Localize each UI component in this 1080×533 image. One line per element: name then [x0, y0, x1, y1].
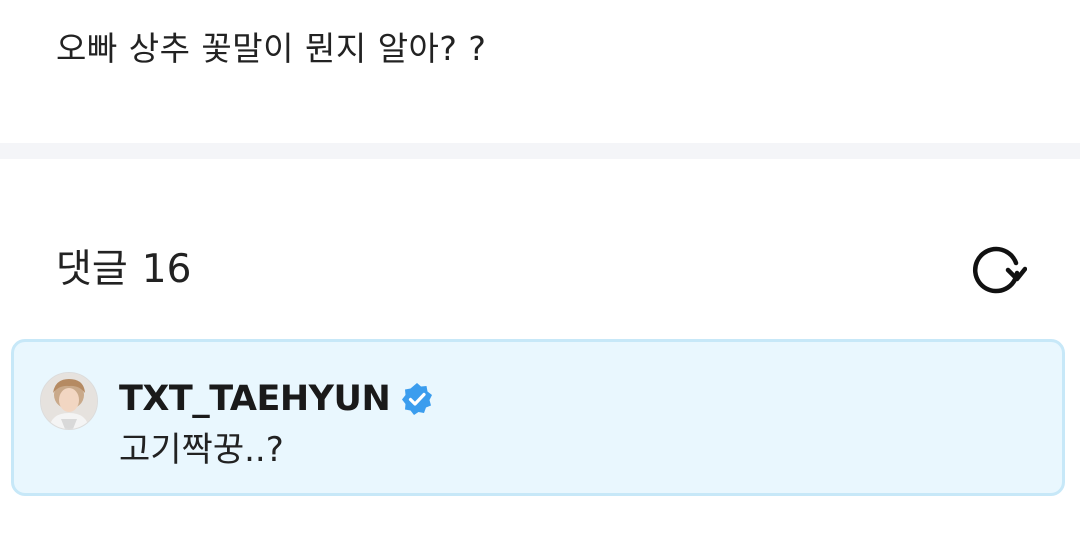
avatar-image	[41, 373, 97, 429]
comment-author[interactable]: TXT_TAEHYUN	[119, 376, 391, 422]
comment-text: 고기짝꿍..?	[119, 430, 284, 470]
post-body: 오빠 상추 꽃말이 뭔지 알아? ?	[0, 0, 1080, 143]
section-divider	[0, 143, 1080, 159]
comments-header: 댓글 16	[0, 159, 1080, 339]
comments-count: 16	[141, 247, 192, 292]
refresh-button[interactable]	[966, 239, 1028, 299]
comments-title: 댓글 16	[56, 247, 191, 293]
post-text: 오빠 상추 꽃말이 뭔지 알아? ?	[56, 29, 487, 68]
verified-badge-icon	[402, 383, 433, 415]
refresh-icon	[973, 246, 1027, 294]
avatar[interactable]	[40, 372, 98, 430]
comment-card[interactable]: TXT_TAEHYUN 고기짝꿍..?	[11, 339, 1065, 496]
comment-author-row: TXT_TAEHYUN	[119, 376, 434, 422]
comments-label: 댓글	[56, 247, 128, 292]
